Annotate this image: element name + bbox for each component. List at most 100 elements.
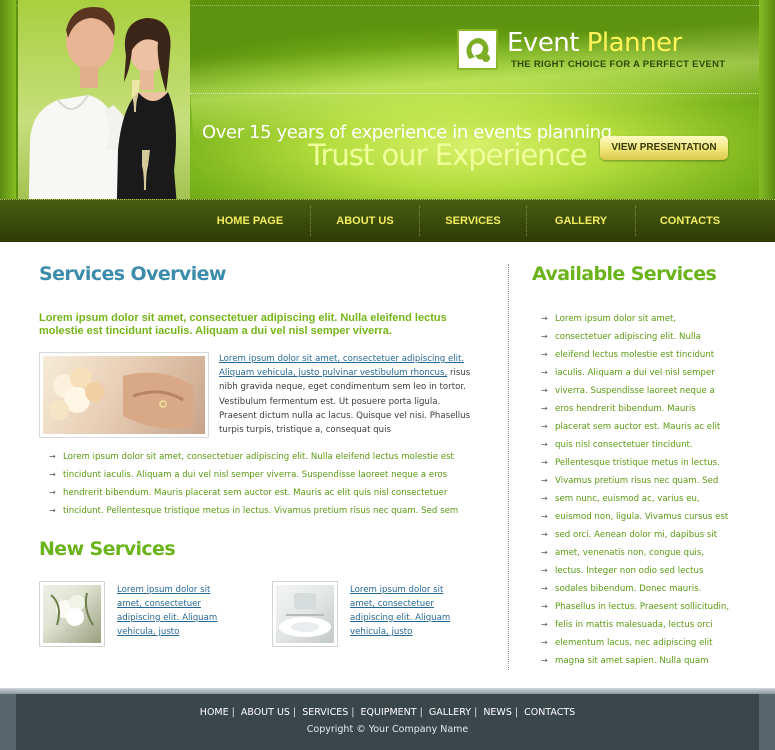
arrow-bullet-icon: → — [541, 386, 548, 395]
list-item: → euismod non, ligula. Vivamus cursus est — [541, 511, 729, 529]
footer-link-equipment[interactable]: EQUIPMENT — [361, 707, 417, 718]
nav-item-contacts[interactable]: CONTACTS — [636, 199, 744, 242]
arrow-bullet-icon: → — [541, 530, 548, 539]
arrow-bullet-icon: → — [541, 314, 548, 323]
arrow-bullet-icon: → — [49, 488, 56, 497]
list-item: → felis in mattis malesuada, lectus orci — [541, 619, 729, 637]
list-item: → viverra. Suspendisse laoreet neque a — [541, 385, 729, 403]
arrow-bullet-icon: → — [541, 548, 548, 557]
available-services-title: Available Services — [532, 263, 717, 285]
footer-link-about[interactable]: ABOUT US — [241, 707, 290, 718]
logo-title[interactable]: Event Planner — [507, 28, 682, 58]
services-bullet-list: → Lorem ipsum dolor sit amet, consectetue… — [49, 451, 458, 523]
arrow-bullet-icon: → — [541, 602, 548, 611]
footer-link-gallery[interactable]: GALLERY — [429, 707, 471, 718]
list-item-text: Pellentesque tristique metus in lectus. — [555, 458, 720, 468]
new-services-title: New Services — [39, 538, 176, 560]
header-banner: Event Planner THE RIGHT CHOICE FOR A PER… — [0, 0, 775, 242]
list-item: → sodales bibendum. Donec mauris. — [541, 583, 729, 601]
footer-link-services[interactable]: SERVICES — [302, 707, 348, 718]
arrow-bullet-icon: → — [541, 404, 548, 413]
footer-top-bar — [0, 688, 775, 694]
list-item: → eleifend lectus molestie est tincidunt — [541, 349, 729, 367]
list-item: → sed orci. Aenean dolor mi, dapibus sit — [541, 529, 729, 547]
wedding-bouquet-photo — [39, 352, 209, 438]
arrow-bullet-icon: → — [49, 506, 56, 515]
footer-separator: | — [231, 707, 235, 718]
footer-separator: | — [351, 707, 355, 718]
view-presentation-button[interactable]: VIEW PRESENTATION — [600, 136, 728, 160]
list-item-text: consectetuer adipiscing elit. Nulla — [555, 332, 701, 342]
header-divider — [190, 93, 760, 94]
footer: HOME | ABOUT US | SERVICES | EQUIPMENT | GAL… — [0, 688, 775, 750]
arrow-bullet-icon: → — [541, 440, 548, 449]
list-item-text: amet, venenatis non, congue quis, — [555, 548, 705, 558]
list-item: → iaculis. Aliquam a dui vel nisl semper — [541, 367, 729, 385]
list-item-text: Vivamus pretium risus nec quam. Sed — [555, 476, 719, 486]
footer-frame-left — [0, 694, 16, 750]
arrow-bullet-icon: → — [541, 584, 548, 593]
available-services-list: → Lorem ipsum dolor sit amet, → consectetu… — [541, 313, 729, 673]
arrow-bullet-icon: → — [541, 656, 548, 665]
new-service-thumbnail[interactable] — [39, 581, 105, 647]
list-item: → lectus. Integer non odio sed lectus — [541, 565, 729, 583]
list-item-text: Lorem ipsum dolor sit amet, consectetuer… — [63, 452, 454, 462]
list-item-text: euismod non, ligula. Vivamus cursus est — [555, 512, 729, 522]
list-item-text: quis nisl consectetuer tincidunt. — [555, 440, 693, 450]
paragraph-link[interactable]: Aliquam vehicula, justo pulvinar vestibu… — [219, 368, 447, 378]
list-item-text: elementum lacus, nec adipiscing elit — [555, 638, 713, 648]
column-divider — [508, 264, 509, 670]
new-service-thumbnail[interactable] — [272, 581, 338, 647]
arrow-bullet-icon: → — [541, 476, 548, 485]
list-item: → sem nunc, euismod ac, varius eu, — [541, 493, 729, 511]
arrow-bullet-icon: → — [541, 566, 548, 575]
footer-link-home[interactable]: HOME — [200, 707, 229, 718]
main-nav: HOME PAGE ABOUT US SERVICES GALLERY CONT… — [0, 199, 775, 242]
arrow-bullet-icon: → — [541, 332, 548, 341]
nav-item-about[interactable]: ABOUT US — [311, 199, 419, 242]
list-item-text: sem nunc, euismod ac, varius eu, — [555, 494, 700, 504]
list-item-text: Lorem ipsum dolor sit amet, — [555, 314, 677, 324]
arrow-bullet-icon: → — [541, 350, 548, 359]
new-service-link[interactable]: Lorem ipsum dolor sit amet, consectetuer… — [350, 583, 470, 639]
nav-item-home[interactable]: HOME PAGE — [190, 199, 310, 242]
arrow-bullet-icon: → — [541, 422, 548, 431]
footer-link-news[interactable]: NEWS — [483, 707, 512, 718]
list-item: → tincidunt iaculis. Aliquam a dui vel ni… — [49, 469, 458, 487]
footer-frame-right — [759, 694, 775, 750]
list-item-text: iaculis. Aliquam a dui vel nisl semper — [555, 368, 715, 378]
nav-item-gallery[interactable]: GALLERY — [527, 199, 635, 242]
copyright-text: Copyright © Your Company Name — [306, 724, 469, 735]
main-content: Services Overview Lorem ipsum dolor sit … — [0, 242, 775, 688]
list-item-text: viverra. Suspendisse laoreet neque a — [555, 386, 715, 396]
logo-word-planner: Planner — [586, 28, 682, 58]
list-item-text: hendrerit bibendum. Mauris placerat sem … — [63, 488, 448, 498]
list-item: → placerat sem auctor est. Mauris ac elit — [541, 421, 729, 439]
list-item: → Lorem ipsum dolor sit amet, — [541, 313, 729, 331]
list-item: → magna sit amet sapien. Nulla quam — [541, 655, 729, 673]
list-item: → eros hendrerit bibendum. Mauris — [541, 403, 729, 421]
list-item-text: sodales bibendum. Donec mauris. — [555, 584, 702, 594]
nav-item-services[interactable]: SERVICES — [420, 199, 526, 242]
list-item-text: sed orci. Aenean dolor mi, dapibus sit — [555, 530, 718, 540]
logo-word-event: Event — [507, 28, 579, 58]
paragraph-link[interactable]: Lorem ipsum dolor sit amet, consectetuer… — [219, 354, 464, 364]
list-item: → Lorem ipsum dolor sit amet, consectetue… — [49, 451, 458, 469]
list-item-text: lectus. Integer non odio sed lectus — [555, 566, 704, 576]
footer-nav: HOME | ABOUT US | SERVICES | EQUIPMENT | GAL… — [0, 707, 775, 718]
leaf-logo-icon[interactable] — [457, 29, 498, 70]
list-item: → tincidunt. Pellentesque tristique metus… — [49, 505, 458, 523]
new-service-link[interactable]: Lorem ipsum dolor sit amet, consectetuer… — [117, 583, 237, 639]
services-overview-title: Services Overview — [39, 263, 226, 285]
services-paragraph: Lorem ipsum dolor sit amet, consectetuer… — [219, 352, 474, 437]
page: Event Planner THE RIGHT CHOICE FOR A PER… — [0, 0, 775, 750]
paragraph-text: risus nibh gravida neque, eget condiment… — [219, 368, 471, 436]
arrow-bullet-icon: → — [49, 470, 56, 479]
list-item: → amet, venenatis non, congue quis, — [541, 547, 729, 565]
arrow-bullet-icon: → — [541, 638, 548, 647]
list-item-text: magna sit amet sapien. Nulla quam — [555, 656, 709, 666]
footer-separator: | — [419, 707, 423, 718]
footer-link-contacts[interactable]: CONTACTS — [524, 707, 575, 718]
list-item-text: tincidunt iaculis. Aliquam a dui vel nis… — [63, 470, 448, 480]
list-item-text: eleifend lectus molestie est tincidunt — [555, 350, 715, 360]
